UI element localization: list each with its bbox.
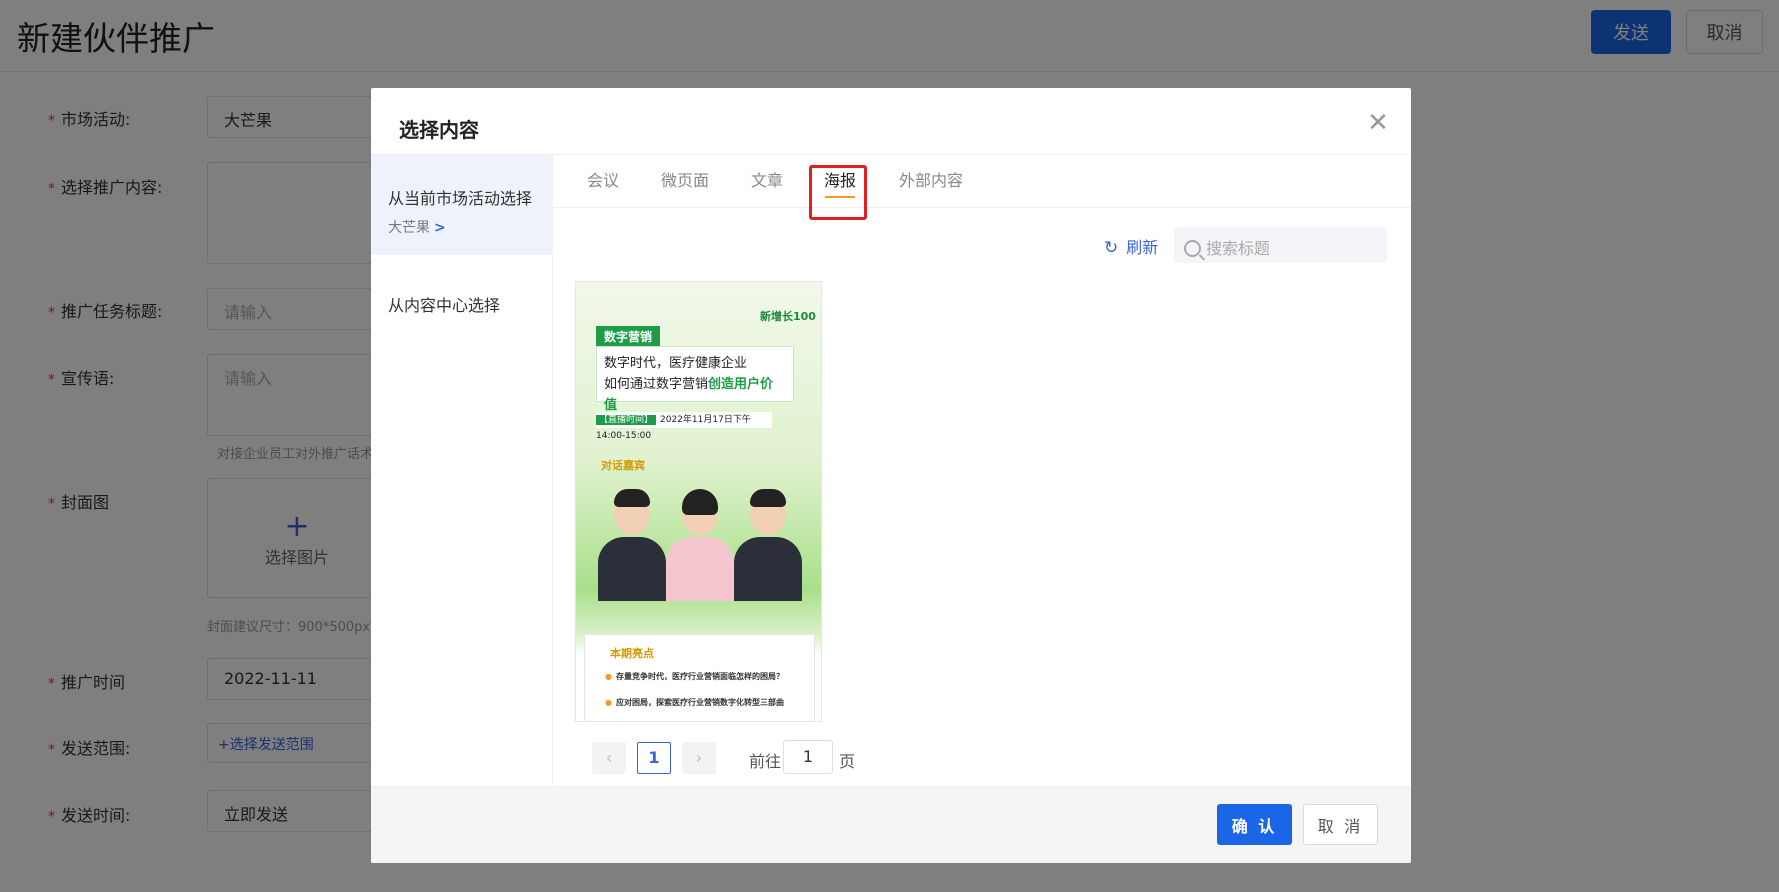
prev-page-button[interactable]: ‹ [592,742,626,774]
poster-person [598,489,666,601]
search-icon [1184,240,1201,257]
modal-footer: 确 认 取 消 [371,786,1411,863]
page-number-current[interactable]: 1 [637,742,671,774]
confirm-button[interactable]: 确 认 [1217,804,1292,845]
tab-micro-page[interactable]: 微页面 [661,155,709,208]
poster-person [734,489,802,601]
poster-headline: 数字时代，医疗健康企业 如何通过数字营销创造用户价值 [596,346,794,413]
page-unit-label: 页 [839,752,856,771]
modal-title: 选择内容 [399,118,479,142]
refresh-button[interactable]: ↻ 刷新 [1104,234,1158,258]
goto-label: 前往 [749,752,782,771]
search-input[interactable]: 搜索标题 [1174,227,1387,263]
tab-meeting[interactable]: 会议 [587,155,619,208]
poster-guests-title: 对话嘉宾 [601,459,645,472]
sidebar-item-label: 从当前市场活动选择 [388,189,533,208]
next-page-button[interactable]: › [682,742,716,774]
sidebar-item-label: 从内容中心选择 [388,296,501,315]
chevron-right-icon: > [434,220,446,236]
poster-brand: 新增长100 [760,310,816,323]
sidebar-item-sub: 大芒果 > [388,220,446,236]
source-sidebar: 从当前市场活动选择 大芒果 > 从内容中心选择 [371,155,553,785]
close-icon[interactable]: ✕ [1363,108,1393,138]
goto-page-input[interactable]: 1 [783,740,833,774]
tab-external[interactable]: 外部内容 [899,155,963,208]
select-content-modal: 选择内容 ✕ 从当前市场活动选择 大芒果 > 从内容中心选择 会议 微页面 文章 … [371,88,1411,863]
poster-person [666,489,734,601]
tab-article[interactable]: 文章 [751,155,783,208]
tab-highlight-box [809,165,867,220]
poster-highlights: 本期亮点 存量竞争时代，医疗行业营销面临怎样的困局？ 应对困局，探索医疗行业营销… [584,634,815,721]
poster-tag: 数字营销 [596,326,661,347]
sidebar-item-content-center[interactable]: 从内容中心选择 [371,282,553,322]
poster-time: 【直播时间】 2022年11月17日下午14:00-15:00 [596,412,772,441]
content-tabs: 会议 微页面 文章 海报 外部内容 [553,155,1411,208]
refresh-icon: ↻ [1104,238,1119,258]
sidebar-item-current-activity[interactable]: 从当前市场活动选择 大芒果 > [371,155,553,255]
modal-cancel-button[interactable]: 取 消 [1303,804,1378,845]
poster-card[interactable]: 新增长100 数字营销 数字时代，医疗健康企业 如何通过数字营销创造用户价值 【… [575,281,822,722]
